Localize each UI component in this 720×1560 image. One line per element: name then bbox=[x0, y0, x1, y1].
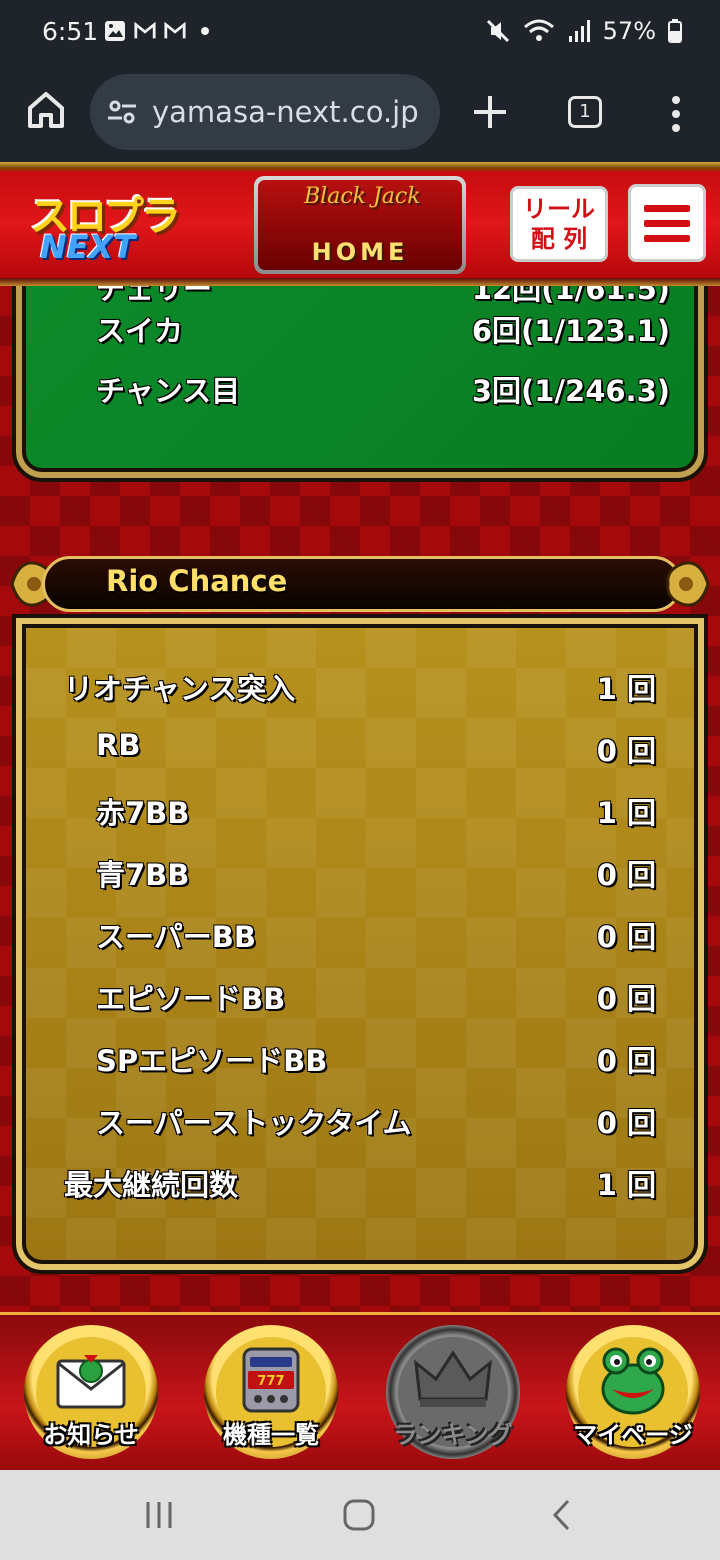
page-content[interactable]: チェリー 12回(1/61.5) スイカ 6回(1/123.1) チャンス目 3… bbox=[0, 286, 720, 1312]
stat-label: 最大継続回数 bbox=[64, 1168, 239, 1202]
ornament-icon bbox=[666, 561, 710, 607]
site-header: スロプラ NEXT Black Jack HOME リール 配 列 bbox=[0, 162, 720, 286]
home-label: HOME bbox=[311, 238, 409, 266]
stat-value: 0 回 bbox=[596, 920, 656, 954]
stat-value: 6回(1/123.1) bbox=[471, 314, 670, 348]
browser-toolbar: yamasa-next.co.jp 1 bbox=[0, 66, 720, 162]
nav-label: マイページ bbox=[573, 1421, 693, 1449]
stat-label: リオチャンス突入 bbox=[64, 672, 296, 706]
stat-value: 0 回 bbox=[596, 982, 656, 1016]
svg-text:777: 777 bbox=[257, 1374, 284, 1389]
crown-icon bbox=[414, 1350, 492, 1407]
hamburger-menu-icon[interactable] bbox=[628, 184, 706, 262]
recent-apps-icon[interactable] bbox=[144, 1498, 174, 1532]
small-role-stats-panel: チェリー 12回(1/61.5) スイカ 6回(1/123.1) チャンス目 3… bbox=[12, 286, 708, 482]
stat-label: エピソードBB bbox=[96, 982, 286, 1016]
blackjack-logo: Black Jack bbox=[304, 184, 421, 209]
stat-value: 1 回 bbox=[596, 672, 656, 706]
home-nav-icon[interactable] bbox=[342, 1498, 376, 1532]
stat-label: スーパーBB bbox=[96, 920, 256, 954]
mute-icon bbox=[486, 19, 509, 43]
stat-value: 0 回 bbox=[596, 1044, 656, 1078]
signal-icon bbox=[568, 20, 590, 42]
new-tab-icon[interactable] bbox=[470, 92, 510, 132]
nav-label: 機種一覧 bbox=[223, 1421, 319, 1449]
stat-value: 0 回 bbox=[596, 734, 656, 768]
bottom-navigation: お知らせ 777 機種一覧 ランキング マイページ bbox=[0, 1312, 720, 1470]
stat-label: 赤7BB bbox=[96, 796, 190, 830]
rio-chance-header: Rio Chance bbox=[8, 550, 712, 618]
stat-label: チェリー bbox=[96, 286, 213, 306]
machine-home-button[interactable]: Black Jack HOME bbox=[254, 176, 466, 274]
gmail-icon bbox=[134, 21, 156, 39]
nav-ranking[interactable]: ランキング bbox=[386, 1325, 520, 1459]
home-icon[interactable] bbox=[24, 88, 68, 132]
reel-layout-button[interactable]: リール 配 列 bbox=[510, 186, 608, 262]
stat-label: スーパーストックタイム bbox=[96, 1106, 412, 1140]
back-icon[interactable] bbox=[550, 1498, 572, 1532]
stat-label: スイカ bbox=[96, 314, 184, 348]
dot-icon bbox=[201, 27, 209, 35]
frog-icon bbox=[601, 1347, 665, 1415]
stat-value: 12回(1/61.5) bbox=[471, 286, 670, 306]
nav-news[interactable]: お知らせ bbox=[24, 1325, 158, 1459]
more-options-icon[interactable] bbox=[666, 94, 686, 134]
logo-text-sub: NEXT bbox=[40, 228, 136, 266]
battery-percent: 57% bbox=[602, 17, 656, 45]
hamburger-line bbox=[644, 234, 690, 242]
notification-icons bbox=[104, 20, 216, 42]
reel-button-line2: 配 列 bbox=[530, 225, 588, 253]
system-navigation-bar bbox=[0, 1470, 720, 1560]
nav-my-page[interactable]: マイページ bbox=[566, 1325, 700, 1459]
nav-machine-list[interactable]: 777 機種一覧 bbox=[204, 1325, 338, 1459]
battery-icon bbox=[668, 19, 682, 43]
stat-label: チャンス目 bbox=[96, 374, 241, 408]
stat-value: 0 回 bbox=[596, 858, 656, 892]
hamburger-line bbox=[644, 204, 690, 212]
reel-button-line1: リール bbox=[523, 195, 595, 223]
stat-label: RB bbox=[96, 728, 141, 762]
stat-value: 1 回 bbox=[596, 796, 656, 830]
address-bar[interactable]: yamasa-next.co.jp bbox=[90, 74, 440, 150]
wifi-icon bbox=[523, 19, 554, 41]
hamburger-line bbox=[644, 219, 690, 227]
rio-chance-stats-panel: リオチャンス突入 1 回 RB 0 回 赤7BB 1 回 青7BB 0 回 スー… bbox=[12, 614, 708, 1274]
nav-label: ランキング bbox=[393, 1421, 513, 1449]
section-title: Rio Chance bbox=[106, 564, 288, 598]
site-logo[interactable]: スロプラ NEXT bbox=[28, 176, 181, 272]
status-right: 57% bbox=[485, 17, 682, 45]
url-text: yamasa-next.co.jp bbox=[152, 95, 419, 129]
letter-icon bbox=[56, 1355, 126, 1409]
gmail-icon bbox=[164, 21, 186, 39]
stat-value: 1 回 bbox=[596, 1168, 656, 1202]
stat-value: 0 回 bbox=[596, 1106, 656, 1140]
stat-value: 3回(1/246.3) bbox=[471, 374, 670, 408]
slot-machine-icon: 777 bbox=[242, 1347, 300, 1413]
nav-label: お知らせ bbox=[43, 1421, 139, 1449]
stat-label: 青7BB bbox=[96, 858, 190, 892]
status-bar: 6:51 57% bbox=[0, 0, 720, 66]
stat-label: SPエピソードBB bbox=[96, 1044, 328, 1078]
status-time: 6:51 bbox=[42, 17, 99, 46]
image-icon bbox=[105, 21, 125, 41]
site-settings-icon[interactable] bbox=[106, 98, 138, 126]
tab-switcher-button[interactable]: 1 bbox=[568, 96, 602, 128]
